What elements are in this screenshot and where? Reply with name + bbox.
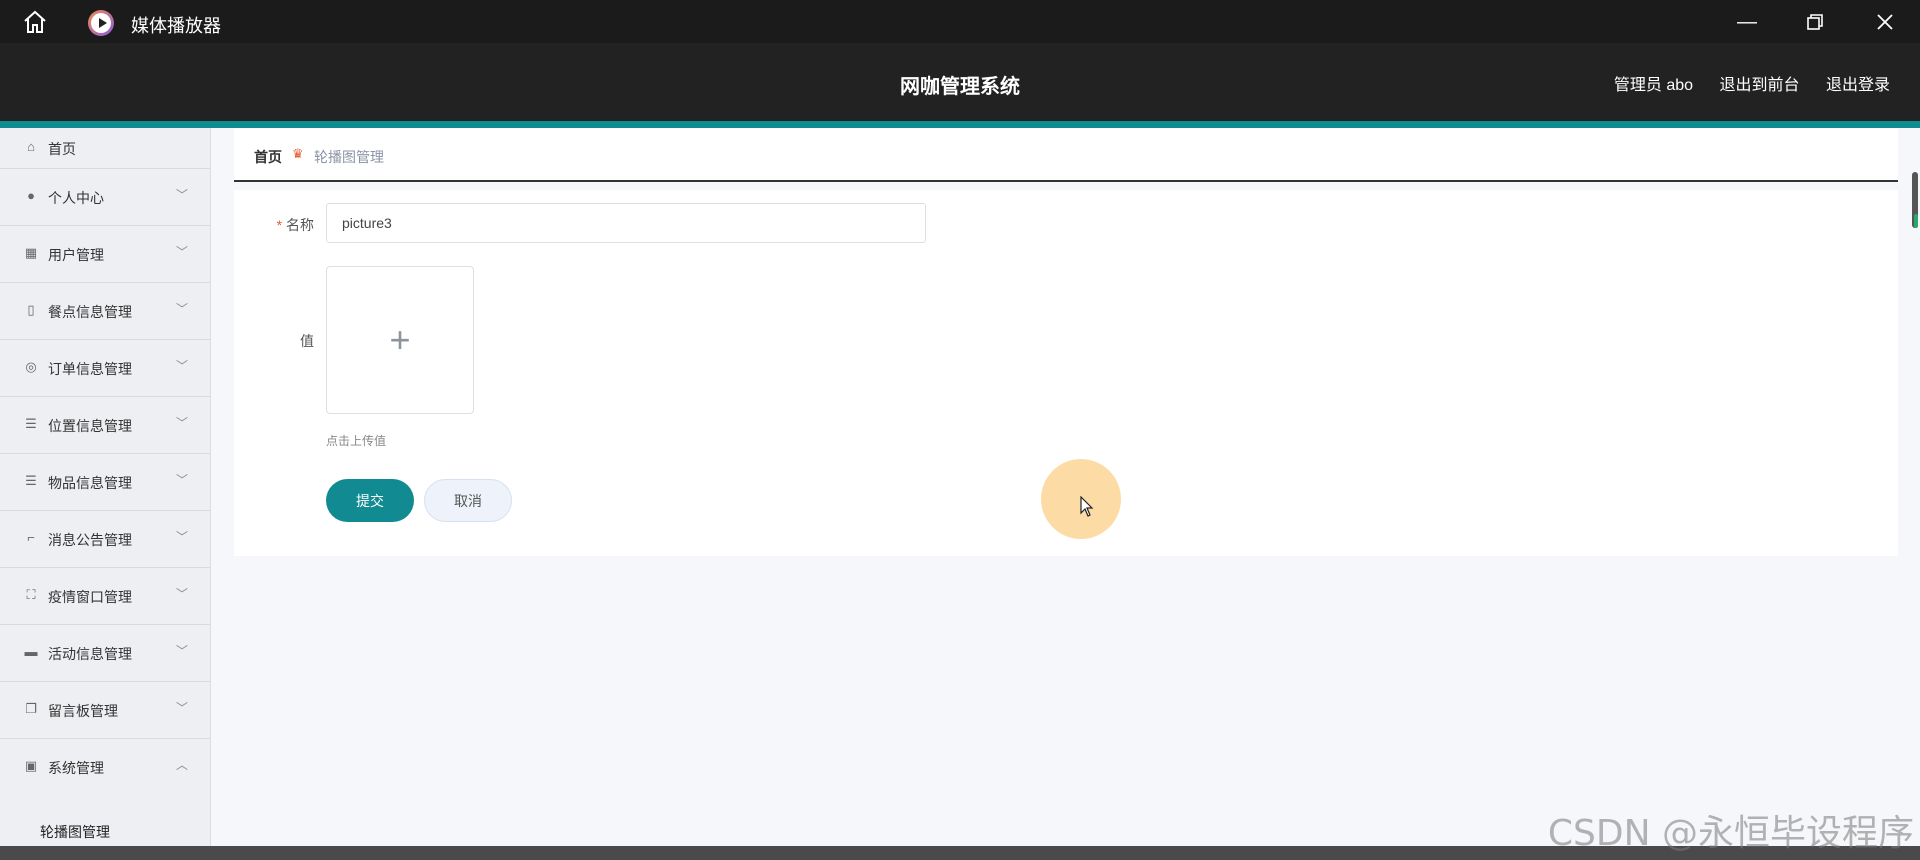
copy-icon: ❐: [25, 701, 37, 716]
mouse-pointer-icon: [1080, 496, 1094, 517]
exit-to-front-link[interactable]: 退出到前台: [1720, 77, 1800, 94]
submit-button[interactable]: 提交: [326, 479, 414, 522]
sidebar-item-home[interactable]: ⌂ 首页: [0, 128, 210, 169]
phone-icon: ▯: [27, 302, 35, 317]
breadcrumb-current: 轮播图管理: [314, 149, 384, 165]
close-icon[interactable]: [1873, 10, 1897, 34]
upload-hint: 点击上传值: [326, 434, 387, 448]
chevron-down-icon: ﹀: [175, 473, 188, 487]
restore-icon[interactable]: [1803, 10, 1827, 34]
app-title: 媒体播放器: [131, 16, 221, 36]
sidebar: ⌂ 首页 ● 个人中心 ﹀ ▦ 用户管理 ﹀ ▯ 餐点信息管理 ﹀ ◎ 订单信息…: [0, 128, 211, 846]
minimize-icon[interactable]: —: [1735, 10, 1759, 34]
gauge-icon: ◎: [25, 359, 37, 374]
chevron-down-icon: ﹀: [175, 302, 188, 316]
window-titlebar: 媒体播放器 —: [0, 0, 1920, 43]
logout-link[interactable]: 退出登录: [1826, 77, 1890, 94]
scrollbar-indicator: [1914, 214, 1918, 228]
play-circle-icon: [88, 10, 114, 36]
grid-icon: ▦: [24, 245, 38, 260]
list-icon: ☰: [25, 473, 37, 488]
chevron-down-icon: ﹀: [175, 359, 188, 373]
value-label: 值: [300, 333, 314, 349]
sidebar-item-system[interactable]: ▣ 系统管理 ︿: [0, 739, 210, 795]
sidebar-item-messages[interactable]: ❐ 留言板管理 ﹀: [0, 682, 210, 739]
sidebar-item-goods[interactable]: ☰ 物品信息管理 ﹀: [0, 454, 210, 511]
crop-icon: ⌐: [27, 530, 35, 545]
name-label: * 名称: [276, 217, 314, 233]
user-icon: ●: [27, 188, 35, 203]
fullscreen-icon: ⛶: [26, 587, 36, 602]
chevron-down-icon: ﹀: [175, 188, 188, 202]
plus-icon: +: [389, 319, 411, 360]
current-user: 管理员 abo: [1613, 77, 1694, 94]
trash-icon: ▣: [24, 758, 38, 773]
sidebar-item-profile[interactable]: ● 个人中心 ﹀: [0, 169, 210, 226]
cancel-button[interactable]: 取消: [424, 479, 512, 522]
chevron-down-icon: ﹀: [175, 416, 188, 430]
sidebar-item-orders[interactable]: ◎ 订单信息管理 ﹀: [0, 340, 210, 397]
name-input[interactable]: [326, 203, 926, 243]
watermark: CSDN @永恒毕设程序: [1547, 813, 1914, 854]
list-icon: ☰: [25, 416, 37, 431]
chevron-down-icon: ﹀: [175, 587, 188, 601]
sidebar-item-meals[interactable]: ▯ 餐点信息管理 ﹀: [0, 283, 210, 340]
breadcrumb-separator-icon: ♛: [292, 146, 304, 161]
chevron-down-icon: ﹀: [175, 644, 188, 658]
sidebar-item-epidemic[interactable]: ⛶ 疫情窗口管理 ﹀: [0, 568, 210, 625]
sidebar-item-activities[interactable]: ▬ 活动信息管理 ﹀: [0, 625, 210, 682]
image-upload[interactable]: +: [326, 266, 474, 414]
home-icon: ⌂: [27, 139, 35, 154]
sidebar-subitem-carousel[interactable]: 轮播图管理: [40, 822, 110, 842]
chevron-up-icon: ︿: [175, 758, 188, 772]
chevron-down-icon: ﹀: [175, 701, 188, 715]
chevron-down-icon: ﹀: [175, 245, 188, 259]
sidebar-item-users[interactable]: ▦ 用户管理 ﹀: [0, 226, 210, 283]
app-header: 网咖管理系统 管理员 abo 退出到前台 退出登录: [0, 43, 1920, 121]
chat-icon: ▬: [24, 644, 38, 659]
header-accent-bar: [0, 121, 1920, 128]
breadcrumb: 首页 ♛ 轮播图管理: [234, 128, 1898, 182]
sidebar-item-notices[interactable]: ⌐ 消息公告管理 ﹀: [0, 511, 210, 568]
home-icon[interactable]: [22, 10, 48, 34]
sidebar-item-locations[interactable]: ☰ 位置信息管理 ﹀: [0, 397, 210, 454]
chevron-down-icon: ﹀: [175, 530, 188, 544]
breadcrumb-home[interactable]: 首页: [254, 147, 282, 167]
